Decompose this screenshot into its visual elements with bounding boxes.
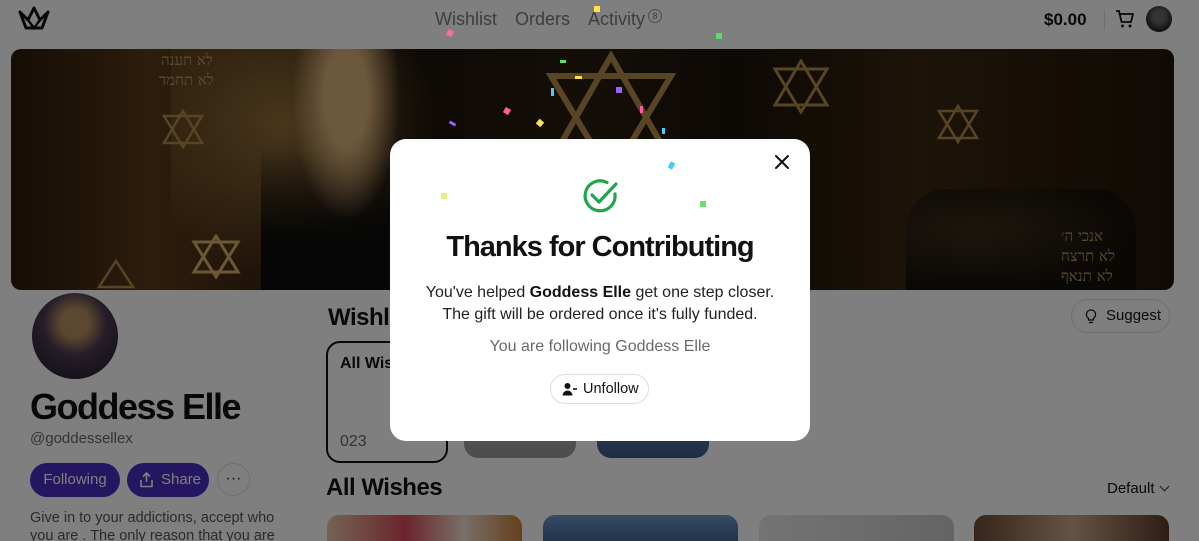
modal-message-prefix: You've helped	[425, 284, 530, 301]
modal-message: You've helped Goddess Elle get one step …	[390, 282, 810, 326]
modal-message-suffix: get one step closer.	[631, 284, 775, 301]
check-circle-icon	[583, 179, 618, 213]
unfollow-label: Unfollow	[583, 381, 639, 397]
confetti-piece	[700, 201, 706, 207]
confetti-piece	[560, 60, 566, 63]
confetti-piece	[551, 88, 554, 96]
confetti-piece	[667, 161, 676, 170]
modal-title: Thanks for Contributing	[446, 231, 754, 263]
user-minus-icon	[562, 383, 577, 396]
confetti-piece	[640, 106, 643, 113]
confetti-piece	[575, 76, 582, 79]
confetti-piece	[662, 128, 665, 134]
modal-message-name: Goddess Elle	[529, 284, 632, 301]
unfollow-button[interactable]: Unfollow	[550, 374, 649, 404]
confetti-piece	[594, 6, 600, 12]
close-icon[interactable]	[773, 153, 791, 171]
confetti-piece	[716, 33, 722, 39]
confetti-piece	[616, 87, 622, 93]
confetti-piece	[441, 193, 447, 199]
contribution-modal: Thanks for Contributing You've helped Go…	[390, 139, 810, 441]
following-status: You are following Goddess Elle	[489, 338, 711, 355]
modal-message-line2: The gift will be ordered once it's fully…	[442, 306, 758, 323]
